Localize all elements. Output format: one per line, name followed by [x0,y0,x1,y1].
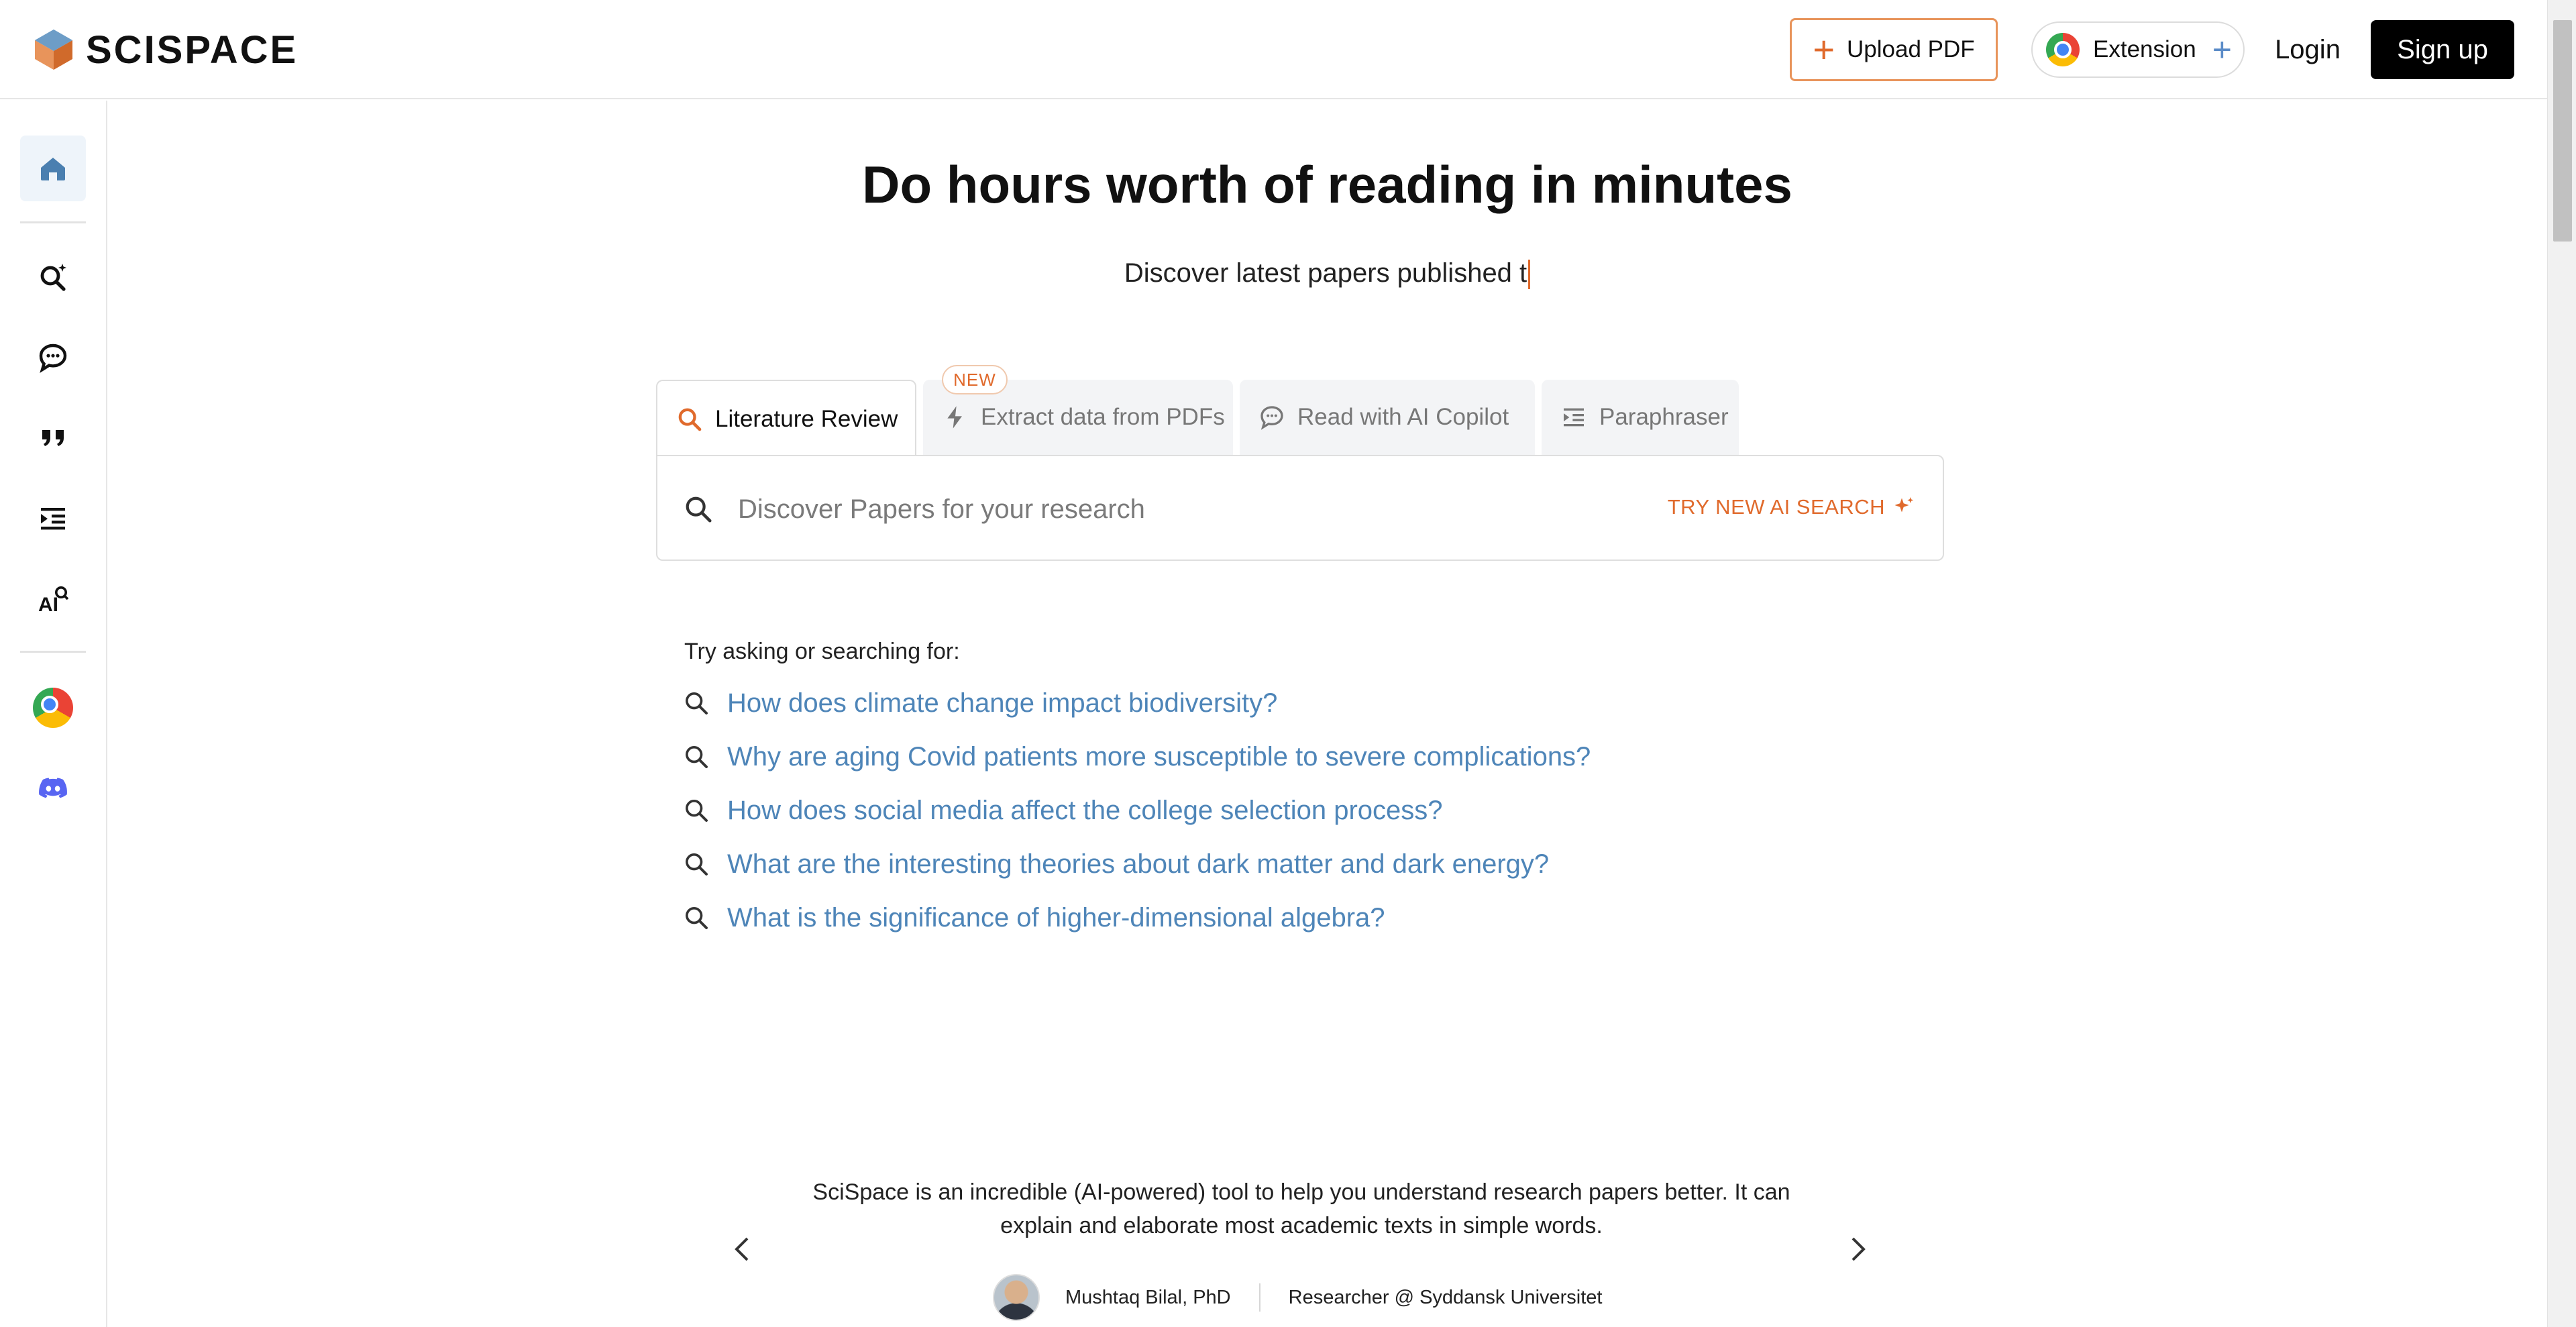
search-icon [678,408,702,431]
search-icon [686,692,708,714]
chat-bubble-icon [39,343,67,373]
sidebar-item-home[interactable] [20,136,86,201]
scrollbar-thumb[interactable] [2553,20,2572,242]
plus-icon: + [1813,28,1835,70]
bolt-icon [947,406,962,429]
sidebar-item-ai-copilot[interactable] [20,325,86,390]
sidebar-item-citation[interactable] [20,405,86,471]
search-icon [686,746,708,768]
extension-button[interactable]: Extension + [2031,21,2245,78]
sidebar-item-discord[interactable] [20,755,86,821]
page-title: Do hours worth of reading in minutes [862,155,1792,214]
plus-icon: + [2212,31,2232,68]
home-icon [41,158,65,180]
suggestion-text: How does climate change impact biodivers… [727,688,1278,718]
extension-label: Extension [2093,36,2196,62]
sidebar-item-literature-search[interactable] [20,244,86,310]
page-scrollbar[interactable] [2547,0,2576,1327]
tab-label: Extract data from PDFs [981,404,1225,430]
chrome-icon [33,688,73,728]
upload-pdf-label: Upload PDF [1847,36,1975,62]
suggestion-item[interactable]: Why are aging Covid patients more suscep… [683,737,1591,777]
chevron-right-icon[interactable] [1841,1233,1873,1265]
login-button[interactable]: Login [2267,27,2348,72]
search-box: TRY NEW AI SEARCH [656,455,1944,561]
search-icon [686,853,708,875]
ai-detect-icon: AI [38,586,69,615]
scispace-logo[interactable]: SCISPACE [32,25,298,74]
suggestion-item[interactable]: How does climate change impact biodivers… [683,683,1277,723]
suggestion-item[interactable]: How does social media affect the college… [683,790,1443,831]
suggestion-text: What are the interesting theories about … [727,849,1550,879]
scispace-logo-icon [35,30,72,70]
brand-name: SCISPACE [86,28,299,72]
page-subtitle: Discover latest papers published t [107,258,2547,290]
tab-label: Literature Review [715,406,898,432]
chrome-icon [2046,33,2080,66]
discord-icon [39,778,67,798]
try-ai-search-label: TRY NEW AI SEARCH [1667,495,1885,519]
search-input[interactable] [738,486,1610,533]
sidebar-item-ai-detector[interactable]: AI [20,566,86,632]
signup-button[interactable]: Sign up [2371,20,2514,79]
author-name: Mushtaq Bilal, PhD [1065,1286,1231,1308]
chat-bubble-icon [1260,406,1283,430]
indent-list-icon [41,508,65,530]
suggestion-text: How does social media affect the college… [727,795,1443,825]
tab-label: Read with AI Copilot [1297,404,1509,430]
upload-pdf-button[interactable]: + Upload PDF [1790,18,1998,81]
new-badge: NEW [942,365,1008,394]
suggestion-item[interactable]: What are the interesting theories about … [683,844,1549,884]
sparkle-icon [1894,497,1914,513]
svg-text:AI: AI [38,594,58,615]
suggestion-item[interactable]: What is the significance of higher-dimen… [683,898,1385,938]
sidebar-divider [20,221,86,223]
quote-icon [42,430,64,446]
chevron-left-icon[interactable] [727,1233,759,1265]
suggestions-heading: Try asking or searching for: [684,639,960,664]
sidebar-item-chrome-extension[interactable] [20,675,86,741]
avatar [993,1274,1040,1321]
search-icon [686,496,712,523]
search-icon [686,907,708,929]
typing-text: Discover latest papers published t [1124,258,1527,288]
testimonial-quote: SciSpace is an incredible (AI-powered) t… [812,1179,1790,1238]
sidebar: AI [0,101,107,1327]
suggestion-text: What is the significance of higher-dimen… [727,902,1385,933]
tab-read-with-ai-copilot[interactable]: Read with AI Copilot [1240,380,1535,455]
top-bar: SCISPACE + Upload PDF Extension + Login … [0,0,2547,99]
tab-paraphraser[interactable]: Paraphraser [1542,380,1739,455]
divider [1258,1283,1260,1312]
author-role: Researcher @ Syddansk Universitet [1288,1286,1603,1308]
sidebar-divider [20,651,86,653]
indent-list-icon [1564,408,1584,427]
tab-label: Paraphraser [1599,404,1729,430]
suggestion-text: Why are aging Covid patients more suscep… [727,741,1591,772]
tab-literature-review[interactable]: Literature Review [656,380,916,458]
sidebar-item-paraphraser[interactable] [20,486,86,551]
try-ai-search-button[interactable]: TRY NEW AI SEARCH [1668,495,1916,519]
search-icon [686,800,708,822]
search-sparkle-icon [40,264,66,291]
typing-caret [1528,260,1531,290]
testimonial-author: Mushtaq Bilal, PhD Researcher @ Syddansk… [993,1272,1602,1323]
